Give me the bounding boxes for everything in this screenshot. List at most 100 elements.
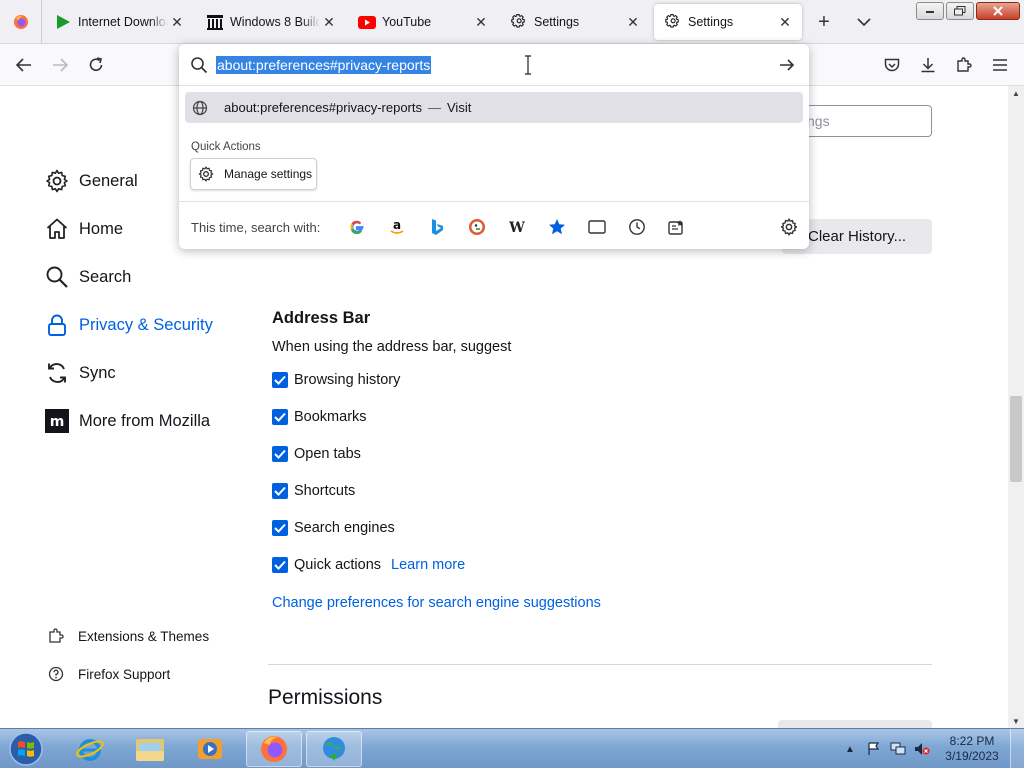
checkbox-shortcuts[interactable]: Shortcuts xyxy=(272,481,355,501)
close-icon[interactable]: ✕ xyxy=(472,13,490,31)
svg-text:W: W xyxy=(508,220,525,234)
puzzle-icon xyxy=(957,57,972,72)
url-suggestion-row[interactable]: about:preferences#privacy-reports — Visi… xyxy=(185,92,803,123)
start-button[interactable] xyxy=(4,730,48,768)
sidebar-link-extensions-themes[interactable]: Extensions & Themes xyxy=(46,625,209,647)
sidebar-item-home[interactable]: Home xyxy=(44,213,123,245)
tab-settings[interactable]: Settings ✕ xyxy=(500,4,650,40)
sidebar-item-label: Privacy & Security xyxy=(79,315,213,334)
go-arrow-icon[interactable] xyxy=(777,55,797,75)
checkbox-checked-icon[interactable] xyxy=(272,483,288,499)
close-icon xyxy=(993,6,1003,16)
wikipedia-icon: W xyxy=(508,220,525,234)
taskbar-firefox[interactable] xyxy=(246,731,302,767)
sidebar-item-more-from-mozilla[interactable]: m More from Mozilla xyxy=(44,405,210,437)
taskbar-media-player[interactable] xyxy=(182,731,238,767)
network-icon[interactable] xyxy=(890,741,906,757)
firefox-view-button[interactable] xyxy=(0,0,42,44)
close-icon[interactable]: ✕ xyxy=(168,13,186,31)
new-tab-button[interactable]: + xyxy=(812,10,836,34)
search-settings-button[interactable] xyxy=(778,216,800,238)
scrollbar-thumb[interactable] xyxy=(1010,396,1022,482)
clock[interactable]: 8:22 PM 3/19/2023 xyxy=(934,734,1010,764)
history-search-button[interactable] xyxy=(626,216,648,238)
sidebar-link-firefox-support[interactable]: Firefox Support xyxy=(46,663,170,685)
page-scrollbar[interactable]: ▲ ▼ xyxy=(1008,86,1024,728)
tab-internet-download-manager[interactable]: Internet Download Ma ✕ xyxy=(44,4,194,40)
taskbar-file-explorer[interactable] xyxy=(122,731,178,767)
youtube-icon xyxy=(358,13,376,31)
action-center-flag-icon[interactable] xyxy=(866,741,882,757)
address-bar-selected-text[interactable]: about:preferences#privacy-reports xyxy=(216,56,432,74)
checkbox-browsing-history[interactable]: Browsing history xyxy=(272,370,400,390)
close-window-button[interactable] xyxy=(976,2,1020,20)
checkbox-checked-icon[interactable] xyxy=(272,520,288,536)
restore-icon xyxy=(954,6,966,16)
wikipedia-engine-button[interactable]: W xyxy=(506,216,528,238)
folder-icon xyxy=(136,739,164,761)
checkbox-checked-icon[interactable] xyxy=(272,557,288,573)
archive-icon xyxy=(206,13,224,31)
checkbox-checked-icon[interactable] xyxy=(272,409,288,425)
list-all-tabs-button[interactable] xyxy=(852,10,876,34)
checkbox-checked-icon[interactable] xyxy=(272,372,288,388)
taskbar-internet-explorer[interactable] xyxy=(62,731,118,767)
minimize-button[interactable] xyxy=(916,2,944,20)
pocket-button[interactable] xyxy=(880,53,904,77)
reload-button[interactable] xyxy=(84,53,108,77)
scroll-down-arrow-icon[interactable]: ▼ xyxy=(1008,714,1024,728)
checkbox-quick-actions[interactable]: Quick actions Learn more xyxy=(272,555,465,575)
svg-text:m: m xyxy=(50,414,65,430)
sidebar-item-label: Search xyxy=(79,267,132,286)
sidebar-item-search[interactable]: Search xyxy=(44,261,131,293)
play-icon xyxy=(54,13,72,31)
google-engine-button[interactable] xyxy=(346,216,368,238)
duckduckgo-engine-button[interactable] xyxy=(466,216,488,238)
extensions-button[interactable] xyxy=(952,53,976,77)
find-in-settings-input[interactable]: ngs xyxy=(790,105,932,137)
restore-button[interactable] xyxy=(946,2,974,20)
suggestion-url: about:preferences#privacy-reports xyxy=(224,100,422,115)
sidebar-link-label: Firefox Support xyxy=(78,666,171,682)
sidebar-item-label: Home xyxy=(79,219,124,238)
change-search-suggestions-link[interactable]: Change preferences for search engine sug… xyxy=(272,595,601,611)
amazon-engine-button[interactable]: a xyxy=(386,216,408,238)
manage-settings-button[interactable]: Manage settings xyxy=(190,158,317,190)
actions-search-button[interactable] xyxy=(666,216,688,238)
checkbox-bookmarks[interactable]: Bookmarks xyxy=(272,407,367,427)
minimize-icon xyxy=(926,11,934,13)
show-desktop-button[interactable] xyxy=(1010,729,1024,768)
checkbox-checked-icon[interactable] xyxy=(272,446,288,462)
close-icon[interactable]: ✕ xyxy=(776,13,794,31)
bookmarks-search-button[interactable] xyxy=(546,216,568,238)
close-icon[interactable]: ✕ xyxy=(320,13,338,31)
suggestion-separator: — xyxy=(428,100,441,115)
checkbox-search-engines[interactable]: Search engines xyxy=(272,518,395,538)
firefox-icon xyxy=(261,736,287,762)
tab-windows-8-build[interactable]: Windows 8 Build 8 ✕ xyxy=(196,4,346,40)
show-hidden-icons-icon[interactable]: ▲ xyxy=(842,741,858,757)
internet-explorer-icon xyxy=(76,739,104,761)
taskbar-internet-download-manager[interactable] xyxy=(306,731,362,767)
permissions-settings-button[interactable] xyxy=(778,720,932,728)
volume-muted-icon[interactable] xyxy=(914,741,930,757)
tab-settings-active[interactable]: Settings ✕ xyxy=(654,4,802,40)
bing-engine-button[interactable] xyxy=(426,216,448,238)
checkbox-label: Bookmarks xyxy=(294,409,367,425)
checkbox-label: Search engines xyxy=(294,520,395,536)
close-icon[interactable]: ✕ xyxy=(624,13,642,31)
tabs-search-button[interactable] xyxy=(586,216,608,238)
address-bar-input[interactable]: about:preferences#privacy-reports xyxy=(179,44,809,86)
scroll-up-arrow-icon[interactable]: ▲ xyxy=(1008,86,1024,100)
tab-label: YouTube xyxy=(382,15,432,29)
learn-more-link[interactable]: Learn more xyxy=(391,557,465,573)
tab-youtube[interactable]: YouTube ✕ xyxy=(348,4,498,40)
sidebar-item-sync[interactable]: Sync xyxy=(44,357,116,389)
sidebar-item-privacy-security[interactable]: Privacy & Security xyxy=(44,309,213,341)
app-menu-button[interactable] xyxy=(988,53,1012,77)
checkbox-open-tabs[interactable]: Open tabs xyxy=(272,444,361,464)
back-button[interactable] xyxy=(12,53,36,77)
downloads-button[interactable] xyxy=(916,53,940,77)
forward-button[interactable] xyxy=(48,53,72,77)
sidebar-item-general[interactable]: General xyxy=(44,165,138,197)
